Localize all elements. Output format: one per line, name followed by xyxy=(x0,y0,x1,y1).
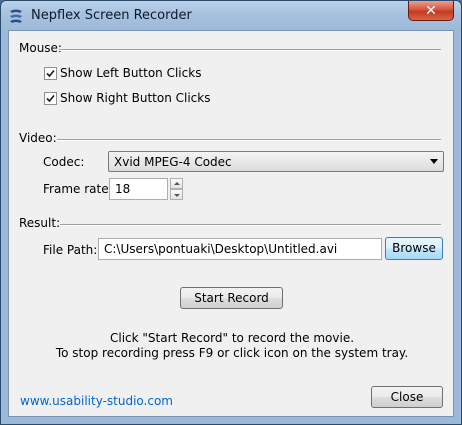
result-section-label: Result: xyxy=(19,216,61,230)
mouse-section-label: Mouse: xyxy=(19,41,62,55)
arrow-up-icon xyxy=(174,182,180,185)
app-logo-icon xyxy=(10,9,22,23)
instruction-line-1: Click "Start Record" to record the movie… xyxy=(109,331,355,345)
filepath-value: C:\Users\pontuaki\Desktop\Untitled.avi xyxy=(104,242,338,256)
framerate-down-button[interactable] xyxy=(170,189,183,200)
result-separator xyxy=(60,224,441,226)
website-link[interactable]: www.usability-studio.com xyxy=(20,394,173,408)
video-section-label: Video: xyxy=(19,131,57,145)
browse-button[interactable]: Browse xyxy=(385,237,443,260)
codec-value: Xvid MPEG-4 Codec xyxy=(114,155,232,169)
chevron-down-icon xyxy=(430,159,438,164)
window-title: Nepflex Screen Recorder xyxy=(31,8,192,23)
instruction-line-2: To stop recording press F9 or click icon… xyxy=(55,346,409,360)
video-separator xyxy=(57,139,441,141)
show-left-clicks-label: Show Left Button Clicks xyxy=(60,66,202,80)
checkmark-icon xyxy=(46,69,55,78)
codec-label: Codec: xyxy=(43,155,85,169)
filepath-input[interactable]: C:\Users\pontuaki\Desktop\Untitled.avi xyxy=(98,238,382,260)
dialog-body: Mouse: Show Left Button Clicks Show Righ… xyxy=(8,30,454,417)
title-bar[interactable]: Nepflex Screen Recorder ✕ xyxy=(1,1,461,30)
app-window: Nepflex Screen Recorder ✕ Mouse: Show Le… xyxy=(0,0,462,425)
checkmark-icon xyxy=(46,94,55,103)
arrow-down-icon xyxy=(174,194,180,197)
filepath-label: File Path: xyxy=(43,243,98,257)
start-record-button[interactable]: Start Record xyxy=(180,287,283,309)
close-button[interactable]: Close xyxy=(371,386,443,408)
framerate-input[interactable]: 18 xyxy=(109,178,168,200)
framerate-value: 18 xyxy=(115,182,131,196)
window-close-button[interactable]: ✕ xyxy=(408,1,454,21)
framerate-label: Frame rate: xyxy=(43,182,113,196)
close-icon: ✕ xyxy=(425,2,437,19)
framerate-up-button[interactable] xyxy=(170,178,183,189)
mouse-separator xyxy=(59,49,441,51)
codec-select[interactable]: Xvid MPEG-4 Codec xyxy=(108,151,444,172)
show-right-clicks-checkbox[interactable] xyxy=(44,92,57,105)
show-right-clicks-label: Show Right Button Clicks xyxy=(60,91,211,105)
show-left-clicks-checkbox[interactable] xyxy=(44,67,57,80)
